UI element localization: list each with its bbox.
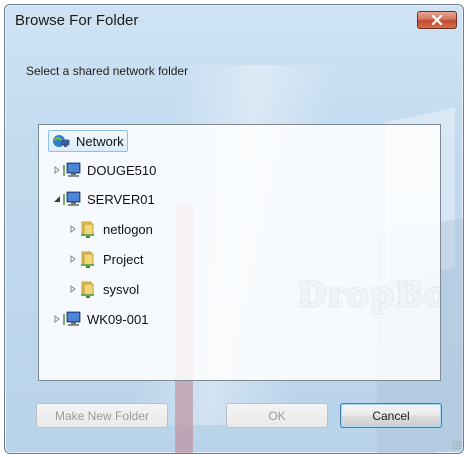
tree-item-sysvol[interactable]: sysvol bbox=[68, 278, 139, 300]
expand-arrow-icon[interactable] bbox=[68, 284, 78, 294]
tree-item-label: sysvol bbox=[103, 281, 140, 297]
shared-folder-icon bbox=[78, 250, 98, 268]
computer-icon bbox=[62, 310, 82, 328]
resize-grip[interactable] bbox=[452, 441, 462, 451]
watermark: DropBo bbox=[297, 275, 441, 315]
close-button[interactable] bbox=[417, 11, 457, 29]
tree-item-label: Network bbox=[76, 133, 124, 149]
instruction-text: Select a shared network folder bbox=[26, 64, 189, 78]
tree-item-label: WK09-001 bbox=[87, 311, 149, 327]
shared-folder-icon bbox=[78, 280, 98, 298]
expand-arrow-icon[interactable] bbox=[52, 314, 62, 324]
tree-item-wk09-001[interactable]: WK09-001 bbox=[52, 308, 148, 330]
network-icon bbox=[51, 132, 71, 150]
make-new-folder-button[interactable]: Make New Folder bbox=[36, 403, 168, 428]
shared-folder-icon bbox=[78, 220, 98, 238]
title-bar[interactable]: Browse For Folder bbox=[5, 5, 463, 35]
expand-arrow-icon[interactable] bbox=[52, 165, 62, 175]
tree-item-douge510[interactable]: DOUGE510 bbox=[52, 159, 156, 181]
computer-icon bbox=[62, 190, 82, 208]
tree-item-label: DOUGE510 bbox=[87, 162, 157, 178]
close-icon bbox=[431, 15, 443, 25]
expand-arrow-icon[interactable] bbox=[68, 224, 78, 234]
expand-arrow-icon[interactable] bbox=[68, 254, 78, 264]
computer-icon bbox=[62, 161, 82, 179]
tree-item-network[interactable]: Network bbox=[48, 130, 128, 152]
window-title: Browse For Folder bbox=[15, 12, 139, 29]
folder-tree[interactable]: DropBo Network DOUGE510 SERVER01 netlogo… bbox=[38, 124, 441, 381]
tree-item-label: netlogon bbox=[103, 221, 153, 237]
tree-item-label: SERVER01 bbox=[87, 191, 155, 207]
cancel-button[interactable]: Cancel bbox=[340, 403, 442, 428]
tree-item-label: Project bbox=[103, 251, 144, 267]
collapse-arrow-icon[interactable] bbox=[52, 194, 62, 204]
ok-button[interactable]: OK bbox=[226, 403, 328, 428]
tree-item-netlogon[interactable]: netlogon bbox=[68, 218, 153, 240]
tree-item-project[interactable]: Project bbox=[68, 248, 143, 270]
tree-item-server01[interactable]: SERVER01 bbox=[52, 188, 155, 210]
